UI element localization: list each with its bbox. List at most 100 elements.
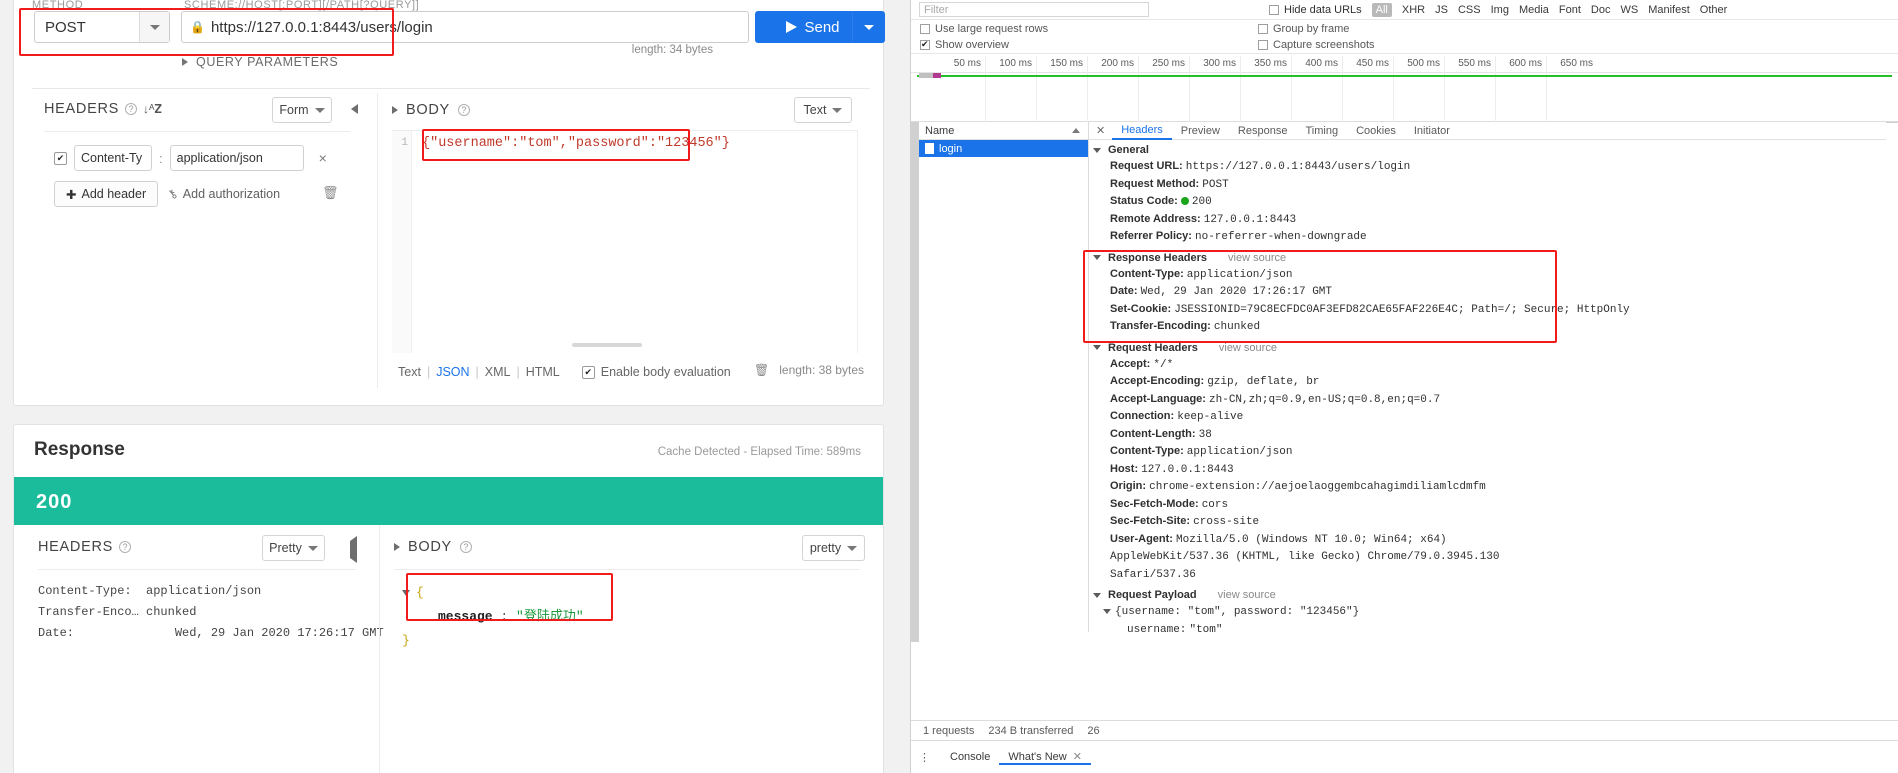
format-html-button[interactable]: HTML bbox=[520, 365, 566, 379]
json-close-brace: } bbox=[402, 633, 410, 648]
tab-headers[interactable]: Headers bbox=[1112, 122, 1172, 140]
help-icon[interactable]: ? bbox=[457, 104, 470, 116]
http-method-select[interactable]: POST bbox=[34, 11, 170, 43]
general-section-header[interactable]: General bbox=[1093, 144, 1886, 156]
resource-type-doc[interactable]: Doc bbox=[1591, 4, 1611, 16]
query-parameters-toggle[interactable]: QUERY PARAMETERS bbox=[182, 55, 338, 69]
group-by-frame-toggle[interactable]: Group by frame bbox=[1258, 23, 1349, 35]
response-headers-view-mode-select[interactable]: Pretty bbox=[262, 535, 325, 561]
resource-type-media[interactable]: Media bbox=[1519, 4, 1549, 16]
hide-data-urls-toggle[interactable]: Hide data URLs bbox=[1269, 4, 1362, 16]
use-large-request-rows-checkbox[interactable] bbox=[920, 23, 930, 34]
capture-screenshots-checkbox[interactable] bbox=[1258, 40, 1268, 50]
tab-timing[interactable]: Timing bbox=[1296, 122, 1347, 140]
show-overview-toggle[interactable]: Show overview bbox=[920, 39, 1009, 51]
tab-cookies[interactable]: Cookies bbox=[1347, 122, 1405, 140]
more-options-icon[interactable]: ⋮ bbox=[919, 751, 931, 764]
editor-gutter: 1 bbox=[392, 131, 412, 353]
response-body-json: { message : "登陆成功" } bbox=[402, 581, 584, 653]
headers-collapse-left-button[interactable] bbox=[346, 101, 362, 117]
help-icon[interactable]: ? bbox=[119, 541, 131, 553]
response-body-title-row: BODY ? bbox=[394, 539, 472, 555]
chevron-right-icon[interactable] bbox=[392, 106, 398, 114]
drawer-tab-whats-new[interactable]: What's New ✕ bbox=[999, 750, 1091, 765]
enable-body-evaluation-toggle[interactable]: Enable body evaluation bbox=[581, 365, 731, 379]
hide-data-urls-checkbox[interactable] bbox=[1269, 4, 1279, 15]
headers-detail-body: General Request URL: https://127.0.0.1:8… bbox=[1089, 140, 1886, 632]
request-body-editor[interactable]: 1 {"username":"tom","password":"123456"} bbox=[392, 131, 858, 353]
help-icon[interactable]: ? bbox=[125, 103, 137, 115]
body-length-row: 🗑 length: 38 bytes bbox=[754, 363, 864, 377]
format-text-button[interactable]: Text bbox=[392, 365, 427, 379]
group-by-frame-checkbox[interactable] bbox=[1258, 23, 1268, 34]
resource-type-other[interactable]: Other bbox=[1700, 4, 1728, 16]
horizontal-scrollbar[interactable] bbox=[572, 343, 642, 347]
header-name-input[interactable]: Content-Ty bbox=[74, 145, 152, 171]
header-value-input[interactable]: application/json bbox=[169, 145, 304, 171]
request-list-item[interactable]: login bbox=[919, 140, 1088, 157]
collapse-triangle-icon[interactable] bbox=[402, 589, 410, 596]
delete-headers-button[interactable]: 🗑 bbox=[322, 185, 339, 201]
transferred-size: 234 B transferred bbox=[988, 724, 1074, 737]
capture-screenshots-toggle[interactable]: Capture screenshots bbox=[1258, 39, 1375, 51]
header-enabled-checkbox[interactable] bbox=[54, 151, 67, 165]
tab-preview[interactable]: Preview bbox=[1172, 122, 1229, 140]
enable-body-evaluation-checkbox[interactable] bbox=[581, 365, 595, 379]
sort-az-icon[interactable]: ↓ᴬ𝐙 bbox=[143, 102, 162, 117]
tab-response[interactable]: Response bbox=[1229, 122, 1297, 140]
filter-input[interactable]: Filter bbox=[919, 2, 1149, 17]
request-payload-summary[interactable]: {username: "tom", password: "123456"} bbox=[1103, 603, 1886, 621]
timeline-tick-label: 150 ms bbox=[1050, 58, 1083, 69]
response-body-view-mode-select[interactable]: pretty bbox=[802, 535, 865, 561]
paper-plane-icon bbox=[786, 21, 798, 33]
view-source-link[interactable]: view source bbox=[1228, 252, 1286, 264]
request-header-row: Accept-Encoding: gzip, deflate, br bbox=[1110, 373, 1886, 391]
request-header-row: Sec-Fetch-Mode: cors bbox=[1110, 496, 1886, 514]
clear-body-button[interactable]: 🗑 bbox=[754, 363, 769, 377]
resource-type-manifest[interactable]: Manifest bbox=[1648, 4, 1690, 16]
send-options-button[interactable] bbox=[852, 11, 885, 43]
response-headers-section-header[interactable]: Response Headers view source bbox=[1093, 252, 1886, 264]
use-large-request-rows-toggle[interactable]: Use large request rows bbox=[920, 23, 1048, 35]
response-headers-collapse-button[interactable] bbox=[350, 536, 357, 563]
resource-type-font[interactable]: Font bbox=[1559, 4, 1581, 16]
request-list-header[interactable]: Name bbox=[919, 122, 1088, 140]
chevron-right-icon[interactable] bbox=[394, 543, 400, 551]
resource-type-all[interactable]: All bbox=[1371, 2, 1392, 17]
add-authorization-button[interactable]: ⚷ Add authorization bbox=[165, 181, 281, 207]
close-icon[interactable]: ✕ bbox=[1089, 124, 1112, 137]
timeline-request-marker bbox=[919, 73, 933, 78]
request-headers-section-header[interactable]: Request Headers view source bbox=[1093, 342, 1886, 354]
header-key: User-Agent: bbox=[1110, 532, 1173, 545]
tab-initiator[interactable]: Initiator bbox=[1405, 122, 1459, 140]
http-method-dropdown-arrow[interactable] bbox=[139, 12, 169, 42]
request-header-row: Host: 127.0.0.1:8443 bbox=[1110, 461, 1886, 479]
view-source-link[interactable]: view source bbox=[1218, 589, 1276, 601]
vertical-scrollbar[interactable] bbox=[911, 122, 919, 642]
show-overview-checkbox[interactable] bbox=[920, 39, 930, 50]
close-icon[interactable]: ✕ bbox=[1073, 751, 1082, 763]
headers-view-mode-select[interactable]: Form bbox=[272, 97, 332, 123]
format-json-button[interactable]: JSON bbox=[430, 365, 475, 379]
response-status-banner: 200 bbox=[14, 477, 883, 525]
use-large-request-rows-label: Use large request rows bbox=[935, 22, 1049, 35]
help-icon[interactable]: ? bbox=[459, 541, 472, 553]
view-source-link[interactable]: view source bbox=[1219, 342, 1277, 354]
header-key: Sec-Fetch-Site: bbox=[1110, 515, 1191, 527]
remove-header-button[interactable]: × bbox=[319, 150, 327, 166]
resource-type-ws[interactable]: WS bbox=[1620, 4, 1638, 16]
request-url-input[interactable]: 🔒 https://127.0.0.1:8443/users/login bbox=[181, 11, 749, 43]
body-view-mode-select[interactable]: Text bbox=[794, 97, 852, 123]
resource-type-img[interactable]: Img bbox=[1491, 4, 1509, 16]
request-payload-section-header[interactable]: Request Payload view source bbox=[1093, 589, 1886, 601]
resource-type-js[interactable]: JS bbox=[1435, 4, 1448, 16]
format-xml-button[interactable]: XML bbox=[479, 365, 517, 379]
chevron-down-icon bbox=[1093, 345, 1101, 350]
add-header-button[interactable]: ✚ Add header bbox=[54, 181, 159, 207]
request-body-section: BODY ? Text 1 {"username":"tom","passwor… bbox=[377, 93, 872, 388]
resource-type-xhr[interactable]: XHR bbox=[1402, 4, 1425, 16]
network-overview-timeline[interactable]: 50 ms 100 ms 150 ms 200 ms 250 ms 300 ms… bbox=[911, 56, 1898, 122]
drawer-tab-console[interactable]: Console bbox=[941, 751, 999, 763]
resource-type-css[interactable]: CSS bbox=[1458, 4, 1481, 16]
response-header-line: Date: Wed, 29 Jan 2020 17:26:17 GMT bbox=[38, 626, 384, 640]
